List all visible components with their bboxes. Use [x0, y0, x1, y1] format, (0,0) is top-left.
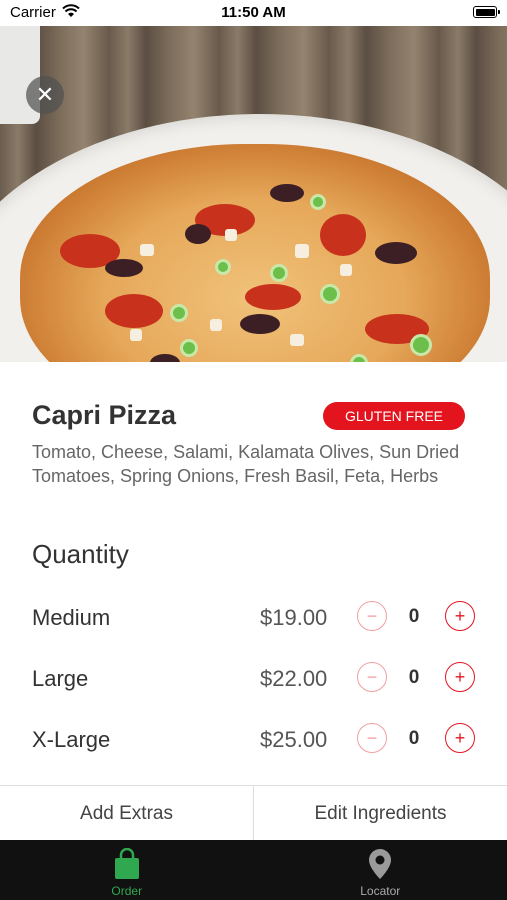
quantity-row-large: Large $22.00 − 0 + [32, 660, 482, 700]
quantity-row-x-large: X-Large $25.00 − 0 + [32, 721, 482, 761]
item-description: Tomato, Cheese, Salami, Kalamata Olives,… [32, 442, 460, 486]
close-button[interactable]: ✕ [26, 76, 64, 114]
gluten-free-badge: GLUTEN FREE [322, 402, 465, 430]
size-price: $19.00 [260, 605, 328, 630]
battery-icon [473, 6, 500, 18]
quantity-heading: Quantity [32, 539, 129, 569]
quantity-row-medium: Medium $19.00 − 0 + [32, 599, 482, 639]
decrement-button[interactable]: − [357, 601, 387, 631]
add-extras-button[interactable]: Add Extras [0, 786, 253, 841]
size-price: $22.00 [260, 666, 328, 691]
pizza-photo: ✕ [0, 26, 507, 362]
quantity-count: 0 [408, 606, 420, 627]
quantity-count: 0 [408, 728, 420, 749]
increment-button[interactable]: + [445, 601, 475, 631]
action-bar: Add Extras Edit Ingredients [0, 785, 507, 841]
status-bar: Carrier 11:50 AM [0, 0, 507, 26]
size-label: Medium [32, 605, 111, 630]
tab-order[interactable]: Order [0, 840, 254, 900]
clock: 11:50 AM [221, 4, 286, 21]
edit-ingredients-button[interactable]: Edit Ingredients [253, 786, 507, 841]
title-row: Capri Pizza GLUTEN FREE [32, 400, 475, 434]
item-title: Capri Pizza [32, 400, 177, 430]
size-label: X-Large [32, 727, 111, 752]
close-icon: ✕ [35, 82, 55, 107]
location-pin-icon [367, 848, 393, 885]
tab-locator[interactable]: Locator [254, 840, 507, 900]
size-price: $25.00 [260, 727, 328, 752]
quantity-count: 0 [408, 667, 420, 688]
tab-locator-label: Locator [360, 884, 401, 898]
increment-button[interactable]: + [445, 723, 475, 753]
shopping-bag-icon [113, 847, 141, 885]
tab-order-label: Order [111, 884, 143, 898]
increment-button[interactable]: + [445, 662, 475, 692]
decrement-button[interactable]: − [357, 723, 387, 753]
size-label: Large [32, 666, 89, 691]
tab-bar: Order Locator [0, 840, 507, 900]
decrement-button[interactable]: − [357, 662, 387, 692]
